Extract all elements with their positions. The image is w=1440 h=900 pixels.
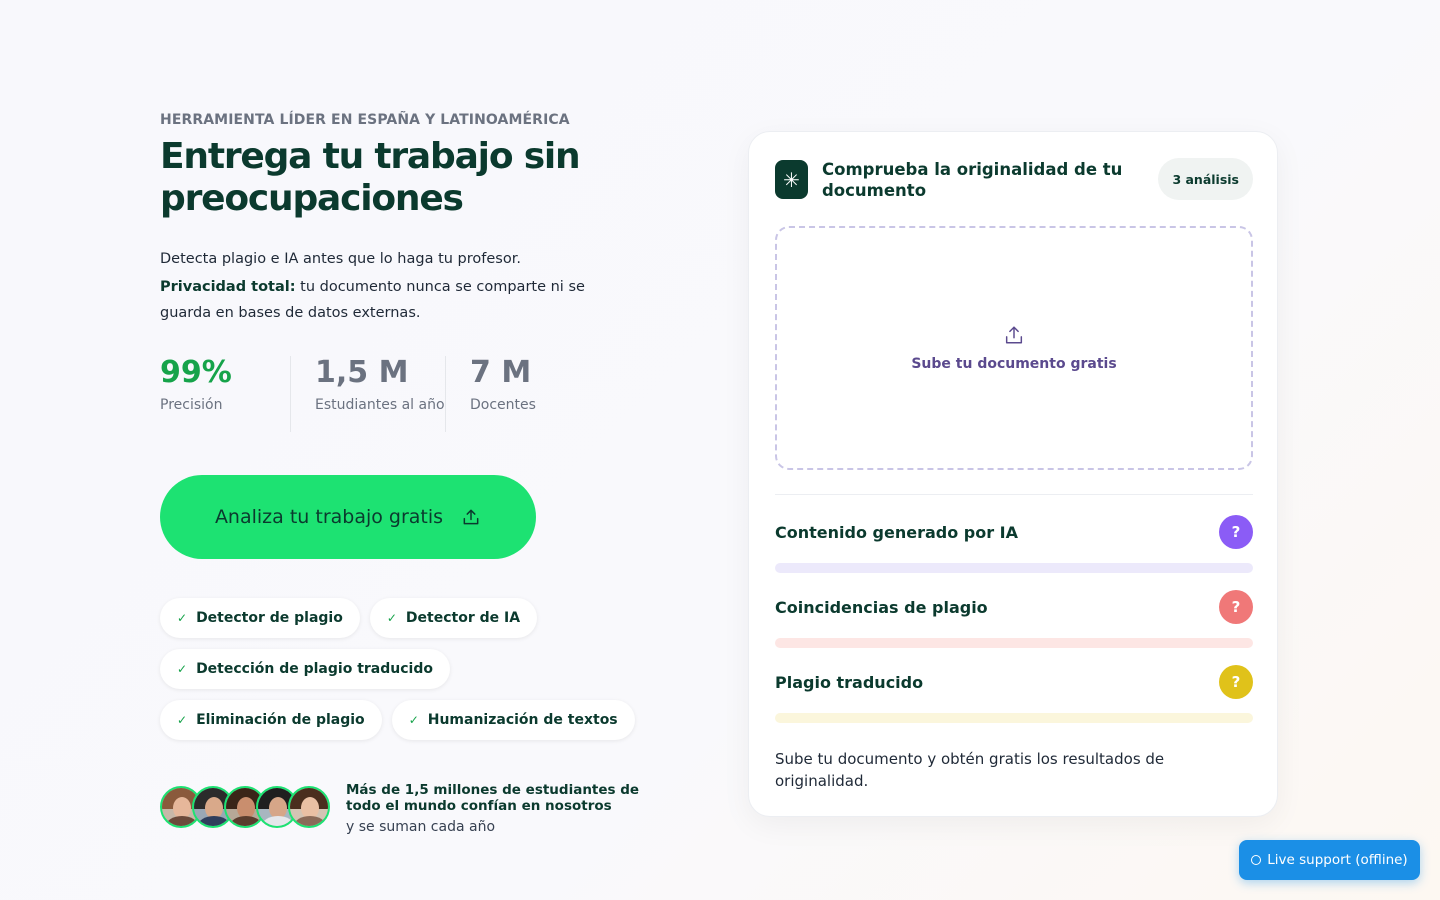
asterisk-logo-icon: ✳: [775, 160, 808, 199]
hero-headline: Entrega tu trabajo sin preocupaciones: [160, 136, 581, 219]
analysis-count-badge: 3 análisis: [1158, 158, 1253, 200]
check-icon: ✓: [386, 611, 397, 625]
live-support-button[interactable]: Live support (offline): [1239, 840, 1420, 880]
metric-label: Coincidencias de plagio: [775, 597, 988, 617]
hero-section: HERRAMIENTA LÍDER EN ESPAÑA Y LATINOAMÉR…: [160, 112, 700, 835]
feature-chip[interactable]: ✓ Humanización de textos: [391, 700, 635, 740]
check-icon: ✓: [177, 611, 188, 625]
offline-status-icon: [1251, 855, 1262, 865]
feature-chip-label: Detector de IA: [405, 610, 521, 626]
social-proof-sub: y se suman cada año: [346, 819, 496, 835]
stat-label: Precisión: [160, 397, 223, 413]
analyze-button-label: Analiza tu trabajo gratis: [214, 506, 444, 528]
analyze-button[interactable]: Analiza tu trabajo gratis: [160, 475, 536, 559]
feature-chip-label: Humanización de textos: [427, 712, 618, 728]
live-support-label: Live support (offline): [1267, 852, 1408, 868]
hero-description-line: Detecta plagio e IA antes que lo haga tu…: [160, 251, 521, 267]
stat-teachers: 7 M Docentes: [445, 356, 575, 432]
social-proof-text: Más de 1,5 millones de estudiantes de to…: [346, 782, 676, 835]
avatar: [288, 786, 330, 828]
metric-status-icon: ?: [1219, 665, 1253, 699]
upload-label: Sube tu documento gratis: [911, 356, 1117, 372]
feature-chip[interactable]: ✓ Detección de plagio traducido: [160, 649, 450, 689]
feature-chip-label: Detección de plagio traducido: [196, 661, 433, 677]
metric-bar: [775, 713, 1253, 723]
stat-label: Estudiantes al año: [315, 397, 445, 413]
divider: [775, 494, 1253, 495]
upload-dropzone[interactable]: Sube tu documento gratis: [775, 226, 1253, 470]
metric-status-icon: ?: [1219, 515, 1253, 549]
feature-chip-label: Eliminación de plagio: [196, 712, 365, 728]
privacy-note: Privacidad total: tu documento nunca se …: [160, 274, 600, 326]
avatar-group: [160, 786, 330, 828]
metric-status-icon: ?: [1219, 590, 1253, 624]
stat-value: 99%: [160, 355, 232, 390]
upload-icon: [463, 509, 479, 525]
social-proof: Más de 1,5 millones de estudiantes de to…: [160, 782, 676, 835]
stat-value: 1,5 M: [315, 355, 409, 390]
privacy-label: Privacidad total:: [160, 279, 296, 295]
check-icon: ✓: [177, 713, 188, 727]
metric-translated-plagiarism: Plagio traducido ?: [775, 665, 1253, 723]
upload-icon: [1005, 326, 1023, 344]
stat-students: 1,5 M Estudiantes al año: [290, 356, 445, 432]
metric-plagiarism-matches: Coincidencias de plagio ?: [775, 590, 1253, 648]
metric-ai-content: Contenido generado por IA ?: [775, 515, 1253, 573]
feature-chip[interactable]: ✓ Eliminación de plagio: [160, 700, 382, 740]
hero-description: Detecta plagio e IA antes que lo haga tu…: [160, 246, 600, 326]
stat-precision: 99% Precisión: [160, 356, 290, 432]
originality-card: ✳ Comprueba la originalidad de tu docume…: [748, 131, 1278, 817]
feature-chip[interactable]: ✓ Detector de plagio: [160, 598, 360, 638]
stats-row: 99% Precisión 1,5 M Estudiantes al año 7…: [160, 356, 575, 432]
hero-eyebrow: HERRAMIENTA LÍDER EN ESPAÑA Y LATINOAMÉR…: [160, 112, 570, 128]
check-icon: ✓: [408, 713, 419, 727]
card-title: Comprueba la originalidad de tu document…: [822, 160, 1123, 200]
check-icon: ✓: [177, 662, 188, 676]
stat-label: Docentes: [470, 397, 536, 413]
stat-value: 7 M: [470, 355, 532, 390]
metric-bar: [775, 638, 1253, 648]
metric-label: Contenido generado por IA: [775, 522, 1019, 542]
feature-chips: ✓ Detector de plagio ✓ Detector de IA ✓ Det…: [160, 598, 680, 740]
feature-chip[interactable]: ✓ Detector de IA: [369, 598, 538, 638]
feature-chip-label: Detector de plagio: [196, 610, 343, 626]
social-proof-headline: Más de 1,5 millones de estudiantes de to…: [346, 782, 640, 814]
metric-bar: [775, 563, 1253, 573]
card-header: ✳ Comprueba la originalidad de tu docume…: [775, 158, 1253, 200]
metric-label: Plagio traducido: [775, 672, 924, 692]
card-footer-text: Sube tu documento y obtén gratis los res…: [775, 750, 1165, 790]
